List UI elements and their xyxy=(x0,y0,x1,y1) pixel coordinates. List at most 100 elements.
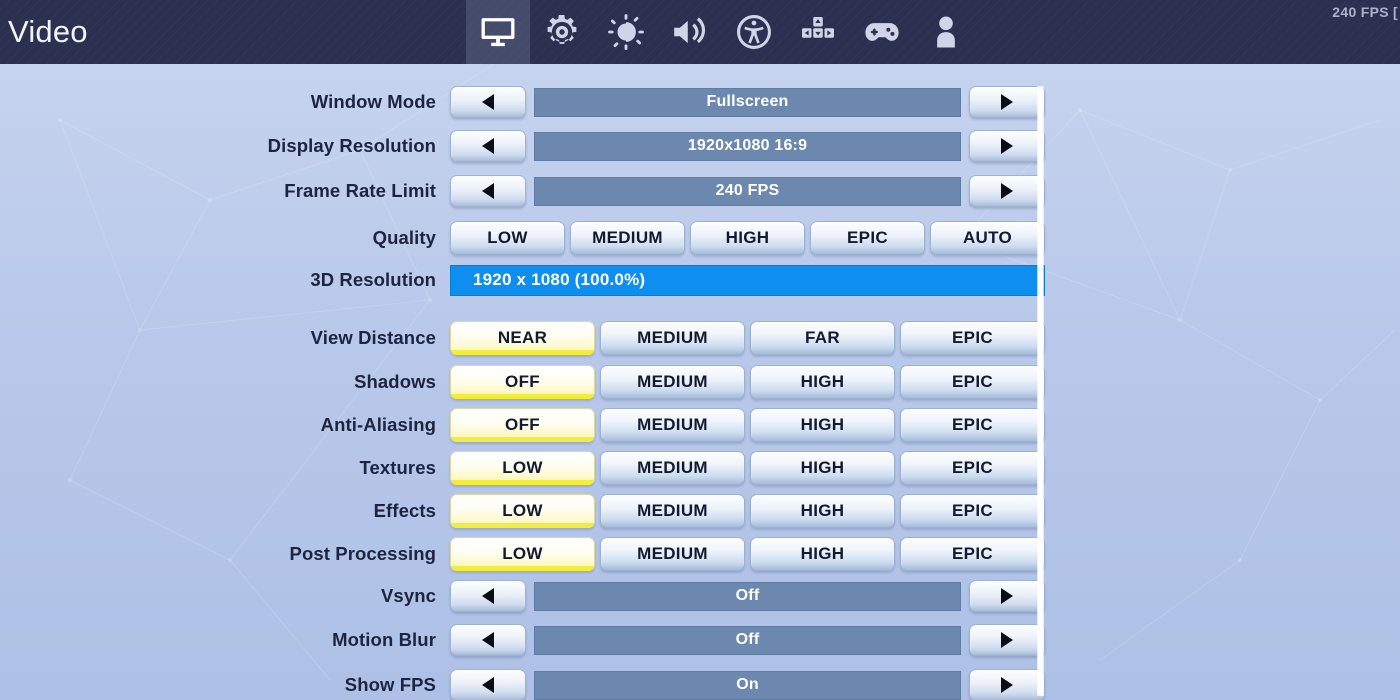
tab-controller[interactable] xyxy=(850,0,914,64)
option-quality-medium[interactable]: MEDIUM xyxy=(570,221,685,255)
option-shadows-off[interactable]: OFF xyxy=(450,365,595,399)
prev-button-window-mode[interactable] xyxy=(450,86,526,118)
option-effects-epic[interactable]: EPIC xyxy=(900,494,1045,528)
fps-counter: 240 FPS [ xyxy=(1332,4,1398,20)
row-control-anti-aliasing: OFF MEDIUM HIGH EPIC xyxy=(450,403,1045,447)
prev-button-motion-blur[interactable] xyxy=(450,624,526,656)
option-view-distance-near[interactable]: NEAR xyxy=(450,321,595,355)
gamepad-icon xyxy=(863,13,901,51)
settings-scrollbar-track[interactable] xyxy=(1037,86,1044,696)
row-label-display-resolution: Display Resolution xyxy=(267,135,436,156)
row-control-quality: LOW MEDIUM HIGH EPIC AUTO xyxy=(450,216,1045,260)
option-anti-aliasing-high[interactable]: HIGH xyxy=(750,408,895,442)
segmented-control-quality: LOW MEDIUM HIGH EPIC AUTO xyxy=(450,216,1045,260)
option-effects-low[interactable]: LOW xyxy=(450,494,595,528)
settings-row-view-distance: View Distance NEAR MEDIUM FAR EPIC xyxy=(0,316,1045,360)
option-textures-medium[interactable]: MEDIUM xyxy=(600,451,745,485)
page-title: Video xyxy=(8,14,88,49)
settings-scrollbar-thumb[interactable] xyxy=(1038,87,1043,695)
tab-account[interactable] xyxy=(914,0,978,64)
segmented-control-shadows: OFF MEDIUM HIGH EPIC xyxy=(450,360,1045,404)
value-display-display-resolution[interactable]: 1920x1080 16:9 xyxy=(534,131,961,161)
row-control-shadows: OFF MEDIUM HIGH EPIC xyxy=(450,360,1045,404)
next-button-show-fps[interactable] xyxy=(969,669,1045,700)
option-shadows-epic[interactable]: EPIC xyxy=(900,365,1045,399)
option-view-distance-medium[interactable]: MEDIUM xyxy=(600,321,745,355)
next-button-window-mode[interactable] xyxy=(969,86,1045,118)
settings-row-window-mode: Window Mode Fullscreen xyxy=(0,80,1045,124)
row-control-textures: LOW MEDIUM HIGH EPIC xyxy=(450,446,1045,490)
prev-button-frame-rate-limit[interactable] xyxy=(450,175,526,207)
tab-game[interactable] xyxy=(530,0,594,64)
settings-row-quality: Quality LOW MEDIUM HIGH EPIC AUTO xyxy=(0,216,1045,260)
row-label-vsync: Vsync xyxy=(380,585,436,606)
segmented-control-post-processing: LOW MEDIUM HIGH EPIC xyxy=(450,532,1045,576)
option-view-distance-epic[interactable]: EPIC xyxy=(900,321,1045,355)
option-quality-low[interactable]: LOW xyxy=(450,221,565,255)
slider-3d-resolution[interactable]: 1920 x 1080 (100.0%) xyxy=(450,264,1045,296)
gear-icon xyxy=(543,13,581,51)
settings-row-vsync: Vsync Off xyxy=(0,574,1045,618)
accessibility-icon xyxy=(735,13,773,51)
row-control-show-fps: On xyxy=(450,663,1045,700)
option-textures-low[interactable]: LOW xyxy=(450,451,595,485)
value-display-show-fps[interactable]: On xyxy=(534,670,961,700)
option-post-processing-medium[interactable]: MEDIUM xyxy=(600,537,745,571)
chevron-right-icon xyxy=(1001,632,1013,648)
next-button-motion-blur[interactable] xyxy=(969,624,1045,656)
prev-button-show-fps[interactable] xyxy=(450,669,526,700)
settings-row-motion-blur: Motion Blur Off xyxy=(0,618,1045,662)
prev-button-vsync[interactable] xyxy=(450,580,526,612)
option-textures-epic[interactable]: EPIC xyxy=(900,451,1045,485)
option-quality-epic[interactable]: EPIC xyxy=(810,221,925,255)
row-label-textures: Textures xyxy=(359,457,436,478)
option-post-processing-high[interactable]: HIGH xyxy=(750,537,895,571)
option-view-distance-far[interactable]: FAR xyxy=(750,321,895,355)
settings-tab-bar xyxy=(466,0,978,64)
option-post-processing-epic[interactable]: EPIC xyxy=(900,537,1045,571)
tab-brightness[interactable] xyxy=(594,0,658,64)
row-label-window-mode: Window Mode xyxy=(310,91,436,112)
row-control-3d-resolution: 1920 x 1080 (100.0%) xyxy=(450,258,1045,302)
value-display-window-mode[interactable]: Fullscreen xyxy=(534,87,961,117)
option-anti-aliasing-epic[interactable]: EPIC xyxy=(900,408,1045,442)
option-anti-aliasing-off[interactable]: OFF xyxy=(450,408,595,442)
tab-accessibility[interactable] xyxy=(722,0,786,64)
tab-keyboard[interactable] xyxy=(786,0,850,64)
option-shadows-high[interactable]: HIGH xyxy=(750,365,895,399)
next-button-display-resolution[interactable] xyxy=(969,130,1045,162)
value-display-vsync[interactable]: Off xyxy=(534,581,961,611)
row-control-display-resolution: 1920x1080 16:9 xyxy=(450,124,1045,168)
chevron-right-icon xyxy=(1001,677,1013,693)
segmented-control-textures: LOW MEDIUM HIGH EPIC xyxy=(450,446,1045,490)
row-control-window-mode: Fullscreen xyxy=(450,80,1045,124)
chevron-left-icon xyxy=(482,183,494,199)
chevron-right-icon xyxy=(1001,94,1013,110)
prev-button-display-resolution[interactable] xyxy=(450,130,526,162)
chevron-right-icon xyxy=(1001,588,1013,604)
option-anti-aliasing-medium[interactable]: MEDIUM xyxy=(600,408,745,442)
value-display-motion-blur[interactable]: Off xyxy=(534,625,961,655)
tab-audio[interactable] xyxy=(658,0,722,64)
chevron-left-icon xyxy=(482,588,494,604)
brightness-icon xyxy=(607,13,645,51)
option-shadows-medium[interactable]: MEDIUM xyxy=(600,365,745,399)
option-effects-high[interactable]: HIGH xyxy=(750,494,895,528)
chevron-left-icon xyxy=(482,138,494,154)
row-control-effects: LOW MEDIUM HIGH EPIC xyxy=(450,489,1045,533)
settings-row-display-resolution: Display Resolution 1920x1080 16:9 xyxy=(0,124,1045,168)
chevron-left-icon xyxy=(482,677,494,693)
option-quality-auto[interactable]: AUTO xyxy=(930,221,1045,255)
option-post-processing-low[interactable]: LOW xyxy=(450,537,595,571)
option-effects-medium[interactable]: MEDIUM xyxy=(600,494,745,528)
row-control-vsync: Off xyxy=(450,574,1045,618)
next-button-vsync[interactable] xyxy=(969,580,1045,612)
tab-video[interactable] xyxy=(466,0,530,64)
row-label-anti-aliasing: Anti-Aliasing xyxy=(320,414,436,435)
row-control-frame-rate-limit: 240 FPS xyxy=(450,169,1045,213)
option-textures-high[interactable]: HIGH xyxy=(750,451,895,485)
option-quality-high[interactable]: HIGH xyxy=(690,221,805,255)
next-button-frame-rate-limit[interactable] xyxy=(969,175,1045,207)
value-display-frame-rate-limit[interactable]: 240 FPS xyxy=(534,176,961,206)
row-label-frame-rate-limit: Frame Rate Limit xyxy=(284,180,436,201)
